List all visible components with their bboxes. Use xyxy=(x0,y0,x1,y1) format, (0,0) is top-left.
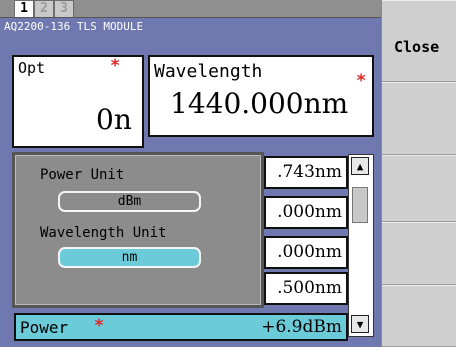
wavelength-label: Wavelength xyxy=(154,61,263,82)
power-value: +6.9dBm xyxy=(261,317,342,337)
softkey-4[interactable] xyxy=(382,222,456,285)
power-unit-select[interactable]: dBm xyxy=(58,191,201,212)
module-title: AQ2200-136 TLS MODULE xyxy=(4,20,144,33)
scrollbar-thumb[interactable] xyxy=(352,187,368,223)
power-required-mark: * xyxy=(94,316,105,336)
wavelength-value: 1440.000nm xyxy=(170,87,349,120)
close-softkey[interactable]: Close xyxy=(382,0,456,82)
power-row[interactable]: Power * +6.9dBm xyxy=(14,313,348,341)
softkey-3[interactable] xyxy=(382,155,456,222)
close-softkey-label: Close xyxy=(394,38,440,56)
list-item[interactable]: .743nm xyxy=(264,156,348,189)
opt-label: Opt xyxy=(18,59,46,77)
scroll-up-icon[interactable]: ▲ xyxy=(351,157,369,175)
tab-3[interactable]: 3 xyxy=(54,0,74,17)
wavelength-unit-select[interactable]: nm xyxy=(58,247,201,268)
tab-2[interactable]: 2 xyxy=(34,0,54,17)
opt-value: 0n xyxy=(96,103,132,136)
wavelength-box[interactable]: Wavelength * 1440.000nm xyxy=(148,55,374,137)
list-item[interactable]: .000nm xyxy=(264,236,348,269)
power-unit-label: Power Unit xyxy=(40,167,125,183)
wavelength-required-mark: * xyxy=(356,71,367,91)
list-item[interactable]: .000nm xyxy=(264,196,348,229)
list-item[interactable]: .500nm xyxy=(264,272,348,305)
opt-box[interactable]: Opt * 0n xyxy=(12,55,144,148)
unit-dialog: Power Unit dBm Wavelength Unit nm xyxy=(12,152,264,308)
softkey-2[interactable] xyxy=(382,82,456,155)
scrollbar[interactable]: ▲ ▼ xyxy=(348,154,374,337)
softkey-5[interactable] xyxy=(382,285,456,347)
wavelength-unit-label: Wavelength Unit xyxy=(40,225,167,241)
tab-1[interactable]: 1 xyxy=(14,0,34,17)
opt-required-mark: * xyxy=(110,56,121,76)
power-label: Power xyxy=(20,318,69,337)
scroll-down-icon[interactable]: ▼ xyxy=(351,315,369,333)
